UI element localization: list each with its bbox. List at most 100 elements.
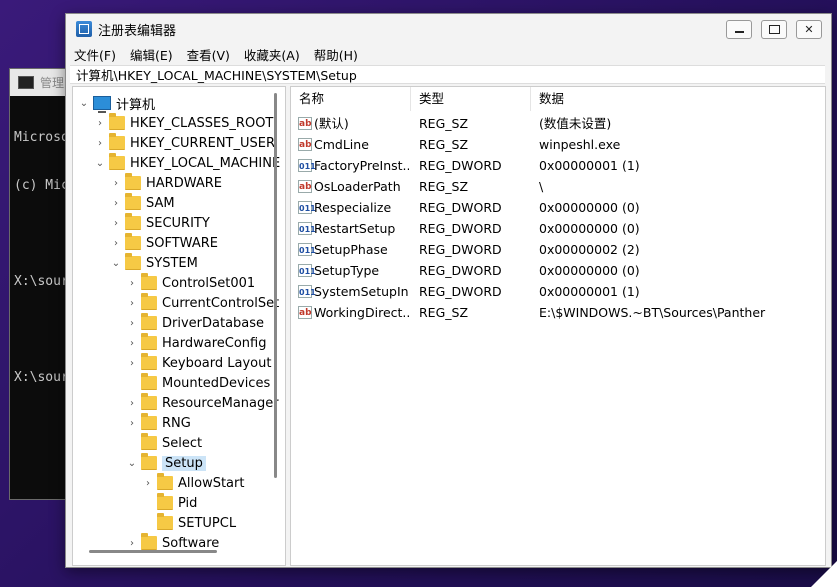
value-row[interactable]: ab WorkingDirect... REG_SZ E:\$WINDOWS.~BT\… xyxy=(291,302,825,323)
chevron-right-icon[interactable]: › xyxy=(111,218,121,229)
binary-value-icon: 011 xyxy=(298,201,316,214)
chevron-down-icon[interactable]: ⌄ xyxy=(95,158,105,169)
tree-item-label: HardwareConfig xyxy=(162,335,267,351)
close-button[interactable]: ✕ xyxy=(796,19,822,39)
value-name: FactoryPreInst... xyxy=(314,158,409,173)
tree-item[interactable]: › RNG xyxy=(127,413,191,433)
column-name-header[interactable]: 名称 xyxy=(291,87,411,111)
regedit-window[interactable]: 注册表编辑器 ✕ 文件(F) 编辑(E) 查看(V) 收藏夹(A) 帮助(H) … xyxy=(65,13,832,568)
value-name: SetupPhase xyxy=(314,242,388,257)
value-type: REG_SZ xyxy=(419,116,469,131)
tree-item-label: MountedDevices xyxy=(162,375,271,391)
minimize-button[interactable] xyxy=(726,19,752,39)
tree-item-label: Software xyxy=(162,535,220,551)
tree-item[interactable]: MountedDevices xyxy=(127,373,270,393)
chevron-right-icon[interactable]: › xyxy=(95,138,105,149)
value-type: REG_SZ xyxy=(419,305,469,320)
value-name: OsLoaderPath xyxy=(314,179,401,194)
tree-item-label: HARDWARE xyxy=(146,175,222,191)
value-row[interactable]: 011SystemSetupIn... REG_DWORD 0x00000001 (… xyxy=(291,281,825,302)
chevron-right-icon[interactable]: › xyxy=(127,278,137,289)
tree-item-label: SAM xyxy=(146,195,175,211)
value-row[interactable]: 011 RestartSetup REG_DWORD 0x00000000 (0) xyxy=(291,218,825,239)
value-row[interactable]: 011 SetupType REG_DWORD 0x00000000 (0) xyxy=(291,260,825,281)
tree-item-label: Select xyxy=(162,435,203,451)
menu-favorites[interactable]: 收藏夹(A) xyxy=(238,45,306,64)
menu-file[interactable]: 文件(F) xyxy=(68,45,122,64)
value-type: REG_DWORD xyxy=(419,200,502,215)
tree-item-label: Setup xyxy=(162,455,206,471)
chevron-right-icon[interactable]: › xyxy=(127,418,137,429)
key-tree-pane[interactable]: › Software SETUPCL Pid › AllowStart ⌄ Setup Sele… xyxy=(72,86,286,566)
chevron-right-icon[interactable]: › xyxy=(127,358,137,369)
value-row[interactable]: 011 Respecialize REG_DWORD 0x00000000 (0) xyxy=(291,197,825,218)
chevron-right-icon[interactable]: › xyxy=(111,238,121,249)
tree-item[interactable]: › ControlSet001 xyxy=(127,273,255,293)
tree-item-label: DriverDatabase xyxy=(162,315,265,331)
tree-item[interactable]: › AllowStart xyxy=(143,473,244,493)
chevron-down-icon[interactable]: ⌄ xyxy=(79,98,89,109)
tree-item[interactable]: ⌄ SYSTEM xyxy=(111,253,198,273)
tree-item[interactable]: › HardwareConfig xyxy=(127,333,266,353)
menu-view[interactable]: 查看(V) xyxy=(181,45,236,64)
chevron-right-icon[interactable]: › xyxy=(111,178,121,189)
tree-item[interactable]: › CurrentControlSet xyxy=(127,293,279,313)
tree-item[interactable]: › DriverDatabase xyxy=(127,313,264,333)
tree-item[interactable]: › HKEY_CURRENT_USER xyxy=(95,133,275,153)
tree-item[interactable]: › Keyboard Layout xyxy=(127,353,271,373)
chevron-down-icon[interactable]: ⌄ xyxy=(127,458,137,469)
column-data-header[interactable]: 数据 xyxy=(531,87,825,111)
value-data: E:\$WINDOWS.~BT\Sources\Panther xyxy=(539,305,766,320)
tree-item-label: AllowStart xyxy=(178,475,245,491)
values-list-pane[interactable]: 名称 类型 数据 ab (默认) REG_SZ (数值未设置) ab CmdLine REG… xyxy=(290,86,826,566)
chevron-right-icon[interactable]: › xyxy=(127,538,137,549)
chevron-right-icon[interactable]: › xyxy=(111,198,121,209)
chevron-right-icon[interactable]: › xyxy=(127,318,137,329)
tree-horizontal-scrollbar[interactable] xyxy=(89,550,217,553)
chevron-right-icon[interactable]: › xyxy=(95,118,105,129)
value-row[interactable]: ab CmdLine REG_SZ winpeshl.exe xyxy=(291,134,825,155)
titlebar[interactable]: 注册表编辑器 ✕ xyxy=(66,14,831,44)
value-row[interactable]: ab (默认) REG_SZ (数值未设置) xyxy=(291,113,825,134)
menu-edit[interactable]: 编辑(E) xyxy=(124,45,179,64)
value-row[interactable]: 011 SetupPhase REG_DWORD 0x00000002 (2) xyxy=(291,239,825,260)
chevron-right-icon[interactable]: › xyxy=(127,398,137,409)
tree-item[interactable]: › SAM xyxy=(111,193,175,213)
chevron-down-icon[interactable]: ⌄ xyxy=(111,258,121,269)
folder-icon xyxy=(125,253,141,270)
computer-icon xyxy=(93,96,111,113)
chevron-right-icon[interactable]: › xyxy=(127,298,137,309)
list-header: 名称 类型 数据 xyxy=(291,87,825,111)
column-type-header[interactable]: 类型 xyxy=(411,87,531,111)
chevron-right-icon[interactable]: › xyxy=(143,478,153,489)
value-type: REG_SZ xyxy=(419,179,469,194)
tree-item[interactable]: › SECURITY xyxy=(111,213,210,233)
tree-item[interactable]: ⌄ Setup xyxy=(127,453,206,473)
value-name: CmdLine xyxy=(314,137,369,152)
tree-item[interactable]: › ResourceManager xyxy=(127,393,279,413)
menu-help[interactable]: 帮助(H) xyxy=(308,45,364,64)
value-row[interactable]: 011 FactoryPreInst... REG_DWORD 0x00000001 … xyxy=(291,155,825,176)
tree-item[interactable]: Select xyxy=(127,433,202,453)
tree-item[interactable]: › HARDWARE xyxy=(111,173,222,193)
tree-item[interactable]: › SOFTWARE xyxy=(111,233,218,253)
tree-item[interactable]: ⌄ HKEY_LOCAL_MACHINE xyxy=(95,153,280,173)
value-data: winpeshl.exe xyxy=(539,137,621,152)
tree-item[interactable]: ⌄ 计算机 xyxy=(79,93,155,113)
maximize-button[interactable] xyxy=(761,19,787,39)
folder-icon xyxy=(141,353,157,370)
chevron-right-icon[interactable]: › xyxy=(127,338,137,349)
tree-item-label: Pid xyxy=(178,495,198,511)
value-row[interactable]: ab OsLoaderPath REG_SZ \ xyxy=(291,176,825,197)
value-type: REG_DWORD xyxy=(419,221,502,236)
tree-item[interactable]: › HKEY_CLASSES_ROOT xyxy=(95,113,273,133)
address-bar[interactable]: 计算机\HKEY_LOCAL_MACHINE\SYSTEM\Setup xyxy=(70,65,825,84)
regedit-app-icon xyxy=(76,21,92,37)
folder-icon xyxy=(125,193,141,210)
folder-icon xyxy=(141,273,157,290)
tree-item[interactable]: Pid xyxy=(143,493,197,513)
value-data: (数值未设置) xyxy=(539,116,612,131)
tree-vertical-scrollbar[interactable] xyxy=(274,93,277,478)
window-title: 注册表编辑器 xyxy=(98,23,177,39)
tree-item[interactable]: SETUPCL xyxy=(143,513,236,533)
